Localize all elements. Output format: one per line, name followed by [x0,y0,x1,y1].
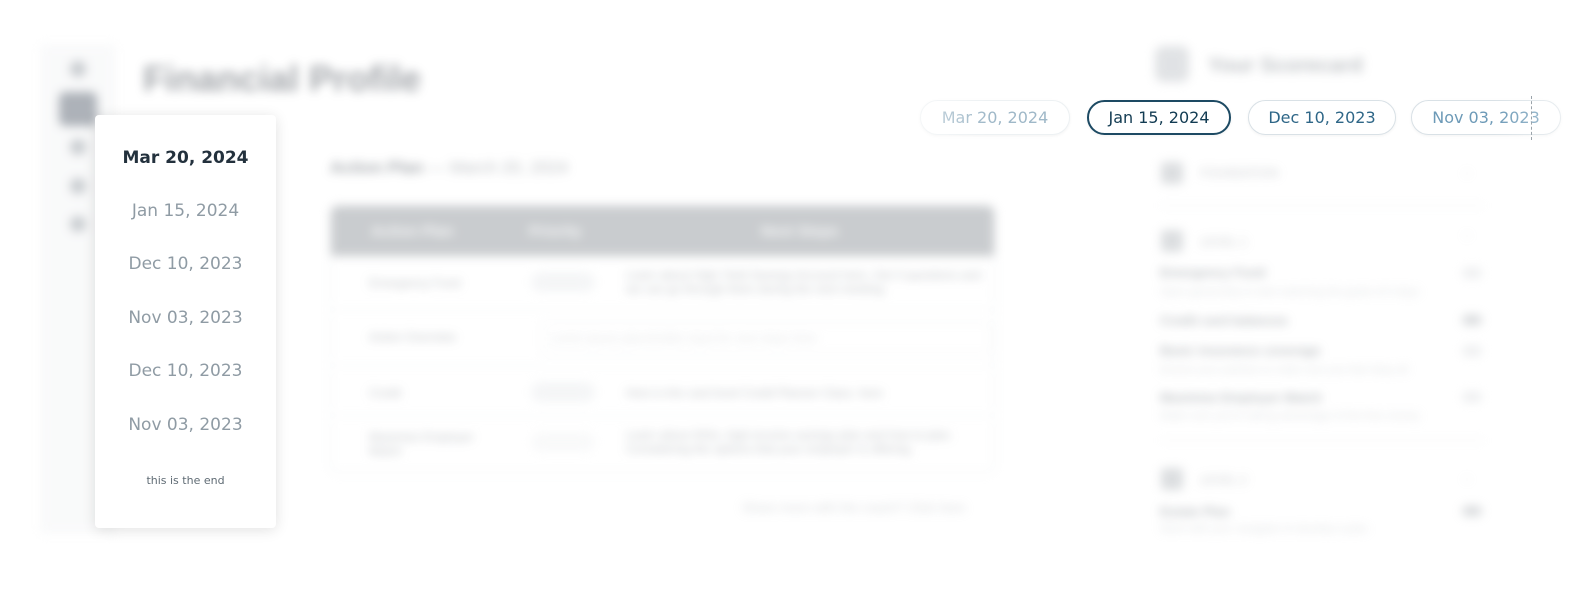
score-item-desc: Open generosity to start watching the go… [1160,286,1420,298]
level2-icon [1161,468,1183,490]
action-plan-date: — March 20, 2024 [428,158,569,177]
date-option[interactable]: Nov 03, 2023 [95,415,276,435]
row-name: Action Overview [369,330,456,344]
chart-icon[interactable] [70,139,86,155]
score-badge [1462,315,1482,325]
level1-label: LEVEL 1 [1200,235,1247,249]
share-note: Share more with the coach? Click here [742,500,966,515]
header-priority: Priority [529,223,582,240]
gear-icon[interactable] [70,216,86,232]
scorecard-title: Your Scorecard [1208,54,1363,77]
chevron-up-icon[interactable]: ⌃ [1462,232,1472,246]
scorecard-icon [1155,46,1189,82]
score-item-desc: Make sure you're taking advantage of the… [1160,410,1420,422]
score-badge [1462,506,1482,516]
score-badge [1462,268,1482,278]
row-steps: Here is the card level Credit Planner Cl… [626,386,883,400]
date-pill[interactable]: Nov 03, 2023 [1411,100,1561,135]
header-next-steps: Next Steps [761,223,839,240]
shield-icon[interactable] [70,178,86,194]
row-name: Credit [369,386,402,400]
divider [1160,440,1485,441]
score-item-title: Maximize Employer Match [1160,390,1322,405]
score-item-title: Emergency Fund [1160,265,1266,280]
priority-badge [531,382,595,402]
page-title: Financial Profile [143,58,422,99]
profile-icon[interactable] [59,92,97,126]
score-badge [1462,346,1482,356]
date-pill-selected[interactable]: Jan 15, 2024 [1087,100,1231,135]
row-steps: Learn about 401k, high-income savings pl… [626,428,953,456]
date-option[interactable]: Dec 10, 2023 [95,361,276,381]
score-item-desc: Ensure your policies to make sure you fe… [1160,364,1408,376]
table-header: Action Plan Priority Next Steps [331,206,994,256]
scroll-boundary-guide [1531,96,1532,140]
score-item-desc: Work with your navigator to develop a pl… [1160,523,1368,535]
table-row: Emergency Fund Learn about High Yield Sa… [331,256,994,310]
score-item-title: Credit card balances [1160,313,1288,328]
divider [1160,205,1485,206]
date-pill[interactable]: Dec 10, 2023 [1248,100,1396,135]
chevron-down-icon[interactable]: ⌄ [1462,164,1472,178]
level2-label: LEVEL 2 [1200,473,1247,487]
row-name: Maximize Employer Match [369,430,474,458]
list-end-text: this is the end [146,474,225,487]
priority-badge [531,432,595,452]
foundation-icon [1161,162,1183,184]
table-row: Action Overview Lorem ipsum placeholder … [331,310,994,366]
date-option[interactable]: Nov 03, 2023 [95,308,276,328]
date-option[interactable]: Jan 15, 2024 [95,201,276,221]
row-name: Emergency Fund [369,276,461,290]
action-plan-table: Action Plan Priority Next Steps Emergenc… [330,205,995,473]
row-steps: Learn about High Yield Savings Account h… [626,268,981,296]
date-pill[interactable]: Mar 20, 2024 [920,100,1070,135]
table-row: Maximize Employer Match Learn about 401k… [331,416,994,470]
score-badge [1462,392,1482,402]
header-action-plan: Action Plan [371,223,454,240]
home-icon[interactable] [70,61,86,77]
screen: Financial Profile Action Plan — March 20… [0,0,1573,589]
score-item-title: Basic insurance coverage [1160,343,1321,358]
action-plan-label: Action Plan [330,158,424,177]
score-item-title: Estate Plan [1160,504,1231,519]
next-steps-input[interactable]: Lorem ipsum placeholder input for next s… [541,322,991,354]
date-picker-dropdown: Mar 20, 2024 Jan 15, 2024 Dec 10, 2023 N… [95,115,276,528]
chevron-down-icon[interactable]: ⌄ [1462,470,1472,484]
priority-badge [531,272,595,292]
foundation-label: FOUNDATION [1200,166,1279,180]
date-option[interactable]: Dec 10, 2023 [95,254,276,274]
action-plan-heading: Action Plan — March 20, 2024 [330,158,568,178]
level1-icon [1161,230,1183,252]
table-row: Credit Here is the card level Credit Pla… [331,366,994,416]
date-option-selected[interactable]: Mar 20, 2024 [95,148,276,168]
